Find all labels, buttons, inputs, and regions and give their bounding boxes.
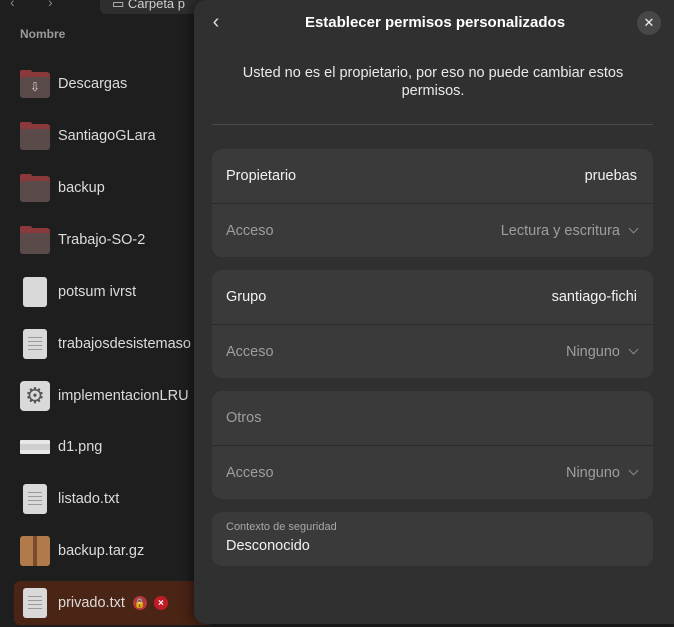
- group-access-label: Acceso: [226, 343, 274, 360]
- file-row[interactable]: backup: [14, 166, 214, 210]
- others-access-row[interactable]: Acceso Ninguno: [212, 445, 653, 499]
- others-access-label: Acceso: [226, 464, 274, 481]
- owner-access-dropdown[interactable]: Lectura y escritura: [500, 222, 639, 239]
- unreadable-emblem-icon: ×: [153, 596, 168, 610]
- file-row[interactable]: ⇩ Descargas: [14, 62, 214, 106]
- close-icon[interactable]: ✕: [637, 11, 661, 35]
- custom-permissions-dialog: ‹ Establecer permisos personalizados ✕ U…: [194, 0, 674, 624]
- lock-emblem-icon: 🔒: [132, 596, 147, 610]
- group-row: Grupo santiago-fichi: [212, 270, 653, 324]
- owner-access-label: Acceso: [226, 222, 274, 239]
- security-context-card: Contexto de seguridad Desconocido: [212, 512, 653, 566]
- chevron-down-icon: [628, 344, 639, 355]
- group-label: Grupo: [226, 289, 267, 305]
- file-row[interactable]: SantiagoGLara: [14, 114, 214, 158]
- owner-access-value: Lectura y escritura: [500, 222, 620, 239]
- file-row[interactable]: potsum ivrst: [14, 270, 214, 314]
- chevron-down-icon: [628, 223, 639, 234]
- others-access-value: Ninguno: [565, 464, 620, 481]
- file-name: Trabajo-SO-2: [58, 232, 146, 248]
- back-nav-icon[interactable]: ‹: [10, 0, 15, 10]
- text-file-icon: [20, 588, 50, 618]
- file-row[interactable]: d1.png: [14, 425, 214, 469]
- ownership-notice: Usted no es el propietario, por eso no p…: [242, 65, 624, 99]
- owner-value: pruebas: [584, 168, 637, 184]
- group-access-dropdown[interactable]: Ninguno: [565, 343, 639, 360]
- security-context-caption: Contexto de seguridad: [226, 521, 337, 533]
- file-row[interactable]: ⚙ implementacionLRU: [14, 374, 214, 418]
- chevron-down-icon: [628, 465, 639, 476]
- file-name: Descargas: [58, 76, 128, 92]
- file-name: potsum ivrst: [58, 284, 137, 300]
- file-row[interactable]: trabajosdesistemaso: [14, 322, 214, 366]
- archive-icon: [20, 536, 50, 566]
- others-row: Otros: [212, 391, 653, 445]
- owner-row: Propietario pruebas: [212, 149, 653, 203]
- file-row[interactable]: backup.tar.gz: [14, 529, 214, 573]
- executable-gear-icon: ⚙: [20, 381, 50, 411]
- file-row-selected[interactable]: privado.txt 🔒 ×: [14, 581, 214, 625]
- owner-label: Propietario: [226, 168, 297, 184]
- file-name: trabajosdesistemaso: [58, 336, 191, 352]
- divider: [212, 124, 653, 125]
- text-file-icon: [20, 329, 50, 359]
- file-name: implementacionLRU: [58, 388, 189, 404]
- dialog-title: Establecer permisos personalizados: [304, 14, 566, 31]
- file-row[interactable]: Trabajo-SO-2: [14, 218, 214, 262]
- file-row[interactable]: listado.txt: [14, 477, 214, 521]
- others-label: Otros: [226, 410, 262, 426]
- owner-card: Propietario pruebas Acceso Lectura y esc…: [212, 149, 653, 257]
- text-file-icon: [20, 484, 50, 514]
- file-name: SantiagoGLara: [58, 128, 156, 144]
- group-access-value: Ninguno: [565, 343, 620, 360]
- others-access-dropdown[interactable]: Ninguno: [565, 464, 639, 481]
- others-card: Otros Acceso Ninguno: [212, 391, 653, 499]
- folder-icon: [20, 225, 50, 255]
- group-card: Grupo santiago-fichi Acceso Ninguno: [212, 270, 653, 378]
- forward-nav-icon[interactable]: ›: [48, 0, 53, 10]
- image-file-icon: [20, 432, 50, 462]
- file-name: d1.png: [58, 439, 103, 455]
- file-name: privado.txt: [58, 595, 125, 611]
- blank-file-icon: [20, 277, 50, 307]
- folder-path-icon: ▭: [112, 0, 128, 11]
- folder-icon: [20, 121, 50, 151]
- location-label: Carpeta p: [127, 0, 185, 11]
- downloads-folder-icon: ⇩: [20, 69, 50, 99]
- folder-icon: [20, 173, 50, 203]
- group-access-row[interactable]: Acceso Ninguno: [212, 324, 653, 378]
- file-name: backup.tar.gz: [58, 543, 145, 559]
- file-name: listado.txt: [58, 491, 120, 507]
- security-context-value: Desconocido: [226, 538, 310, 554]
- file-name: backup: [58, 180, 105, 196]
- owner-access-row[interactable]: Acceso Lectura y escritura: [212, 203, 653, 257]
- group-value: santiago-fichi: [551, 289, 637, 305]
- dialog-header: ‹ Establecer permisos personalizados ✕: [194, 0, 674, 44]
- column-header-name[interactable]: Nombre: [20, 27, 65, 41]
